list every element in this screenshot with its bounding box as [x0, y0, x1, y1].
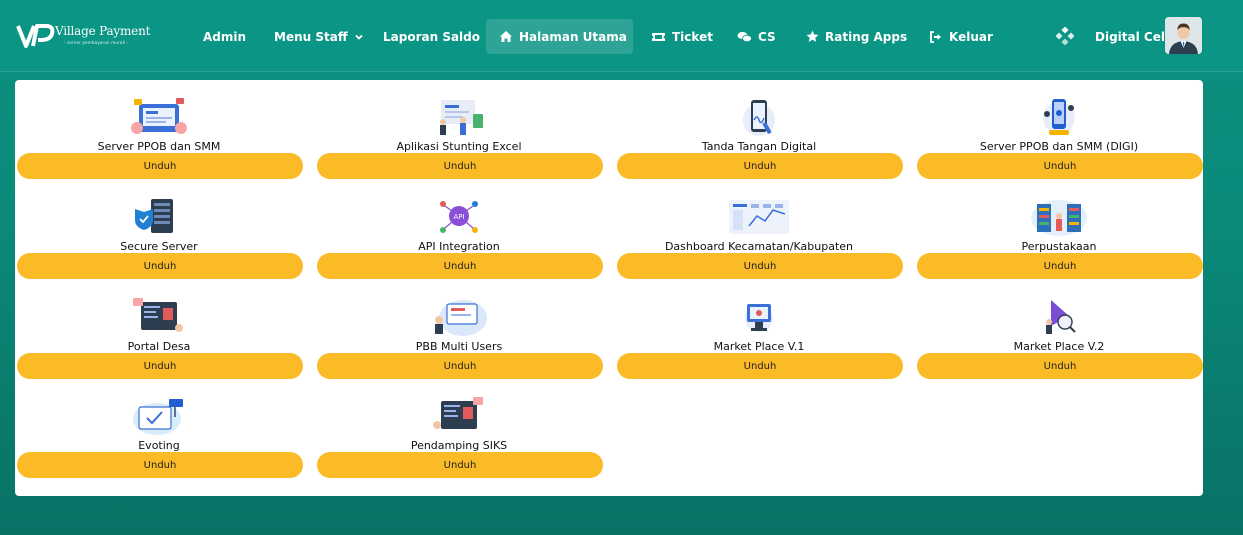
chevron-down-icon [354, 34, 363, 40]
download-button[interactable]: Unduh [17, 353, 303, 379]
app-title: Dashboard Kecamatan/Kabupaten [664, 240, 854, 253]
app-title: Evoting [138, 439, 180, 452]
download-button[interactable]: Unduh [917, 153, 1203, 179]
server-ppob-illustration-icon [131, 98, 187, 134]
app-card-server-ppob-smm-digi: Server PPOB dan SMM (DIGI) Unduh [916, 80, 1203, 180]
api-integration-illustration-icon: API [440, 201, 478, 233]
download-button[interactable]: Unduh [317, 253, 603, 279]
download-button[interactable]: Unduh [17, 452, 303, 478]
app-card-perpustakaan: Perpustakaan Unduh [916, 180, 1203, 280]
app-title: Server PPOB dan SMM (DIGI) [979, 140, 1139, 153]
apps-card: Server PPOB dan SMM Unduh Aplikasi Stunt… [15, 80, 1203, 496]
nav-keluar[interactable]: Keluar [916, 19, 1006, 54]
download-button[interactable]: Unduh [917, 253, 1203, 279]
chat-icon [737, 31, 752, 42]
pendamping-siks-illustration-icon [433, 397, 483, 429]
app-title: PBB Multi Users [415, 340, 503, 353]
app-title: Portal Desa [127, 340, 191, 353]
nav-label: Admin [203, 29, 247, 44]
download-button[interactable]: Unduh [17, 153, 303, 179]
star-icon [806, 30, 819, 42]
app-title: API Integration [418, 240, 500, 253]
brand-name: Village Payment [55, 24, 151, 38]
download-button[interactable]: Unduh [317, 353, 603, 379]
vp-logo-icon [16, 24, 55, 48]
app-card-portal-desa: Portal Desa Unduh [16, 280, 303, 380]
app-card-dashboard-kecamatan: Dashboard Kecamatan/Kabupaten Unduh [616, 180, 903, 280]
nav-cs[interactable]: CS [724, 19, 789, 54]
app-title: Perpustakaan [1021, 240, 1097, 253]
app-title: Market Place V.1 [713, 340, 805, 353]
app-card-api-integration: API API Integration Unduh [316, 180, 603, 280]
app-card-secure-server: Secure Server Unduh [16, 180, 303, 280]
nav-label: Rating Apps [825, 29, 908, 44]
user-avatar-icon [1165, 17, 1202, 54]
nav-halaman-utama[interactable]: Halaman Utama [486, 19, 633, 54]
download-button[interactable]: Unduh [917, 353, 1203, 379]
avatar[interactable] [1165, 17, 1202, 54]
download-button[interactable]: Unduh [17, 253, 303, 279]
nav-rating-apps[interactable]: Rating Apps [793, 19, 920, 54]
portal-desa-illustration-icon [133, 298, 183, 332]
download-button[interactable]: Unduh [617, 353, 903, 379]
brand-tagline: - server pembayaran murah - [64, 40, 129, 45]
download-button[interactable]: Unduh [317, 452, 603, 478]
app-card-pbb-multi-users: PBB Multi Users Unduh [316, 280, 603, 380]
nav-menu-staff[interactable]: Menu Staff [261, 19, 377, 54]
theme-toggle-icon[interactable] [1056, 27, 1074, 45]
library-illustration-icon [1031, 200, 1087, 236]
nav-label: Halaman Utama [519, 29, 627, 44]
app-card-aplikasi-stunting-excel: Aplikasi Stunting Excel Unduh [316, 80, 603, 180]
download-button[interactable]: Unduh [617, 153, 903, 179]
app-card-evoting: Evoting Unduh [16, 379, 303, 479]
app-title: Server PPOB dan SMM [97, 140, 221, 153]
app-card-server-ppob-smm: Server PPOB dan SMM Unduh [16, 80, 303, 180]
app-card-pendamping-siks: Pendamping SIKS Unduh [316, 379, 603, 479]
app-card-tanda-tangan-digital: Tanda Tangan Digital Unduh [616, 80, 903, 180]
app-title: Secure Server [120, 240, 198, 253]
app-card-market-place-v2: Market Place V.2 Unduh [916, 280, 1203, 380]
nav-laporan-saldo[interactable]: Laporan Saldo [370, 19, 493, 54]
download-button[interactable]: Unduh [317, 153, 603, 179]
digital-signature-illustration-icon [743, 100, 775, 136]
nav-label: CS [758, 29, 776, 44]
evoting-illustration-icon [133, 399, 183, 435]
server-digi-illustration-icon [1043, 99, 1075, 135]
nav-label: Menu Staff [274, 29, 348, 44]
pbb-multi-users-illustration-icon [435, 300, 487, 336]
svg-text:API: API [453, 213, 464, 221]
brand-logo[interactable]: Village Payment - server pembayaran mura… [16, 22, 151, 52]
download-button[interactable]: Unduh [617, 253, 903, 279]
stunting-excel-illustration-icon [440, 100, 483, 135]
nav-label: Keluar [949, 29, 993, 44]
nav-ticket[interactable]: Ticket [638, 19, 726, 54]
home-icon [500, 31, 512, 42]
app-title: Pendamping SIKS [410, 439, 508, 452]
dashboard-illustration-icon [729, 200, 789, 234]
logout-icon [930, 30, 941, 43]
nav-label: Laporan Saldo [383, 29, 481, 44]
secure-server-illustration-icon [135, 199, 173, 233]
app-title: Tanda Tangan Digital [701, 140, 817, 153]
user-name[interactable]: Digital Cell [1095, 19, 1169, 54]
top-navbar: Village Payment - server pembayaran mura… [0, 0, 1243, 72]
app-card-market-place-v1: Market Place V.1 Unduh [616, 280, 903, 380]
app-title: Aplikasi Stunting Excel [396, 140, 522, 153]
nav-label: Ticket [672, 29, 713, 44]
app-title: Market Place V.2 [1013, 340, 1105, 353]
ticket-icon [652, 32, 665, 41]
nav-admin[interactable]: Admin [190, 19, 259, 54]
market-place-v1-illustration-icon [745, 304, 773, 332]
market-place-v2-illustration-icon [1046, 300, 1076, 334]
